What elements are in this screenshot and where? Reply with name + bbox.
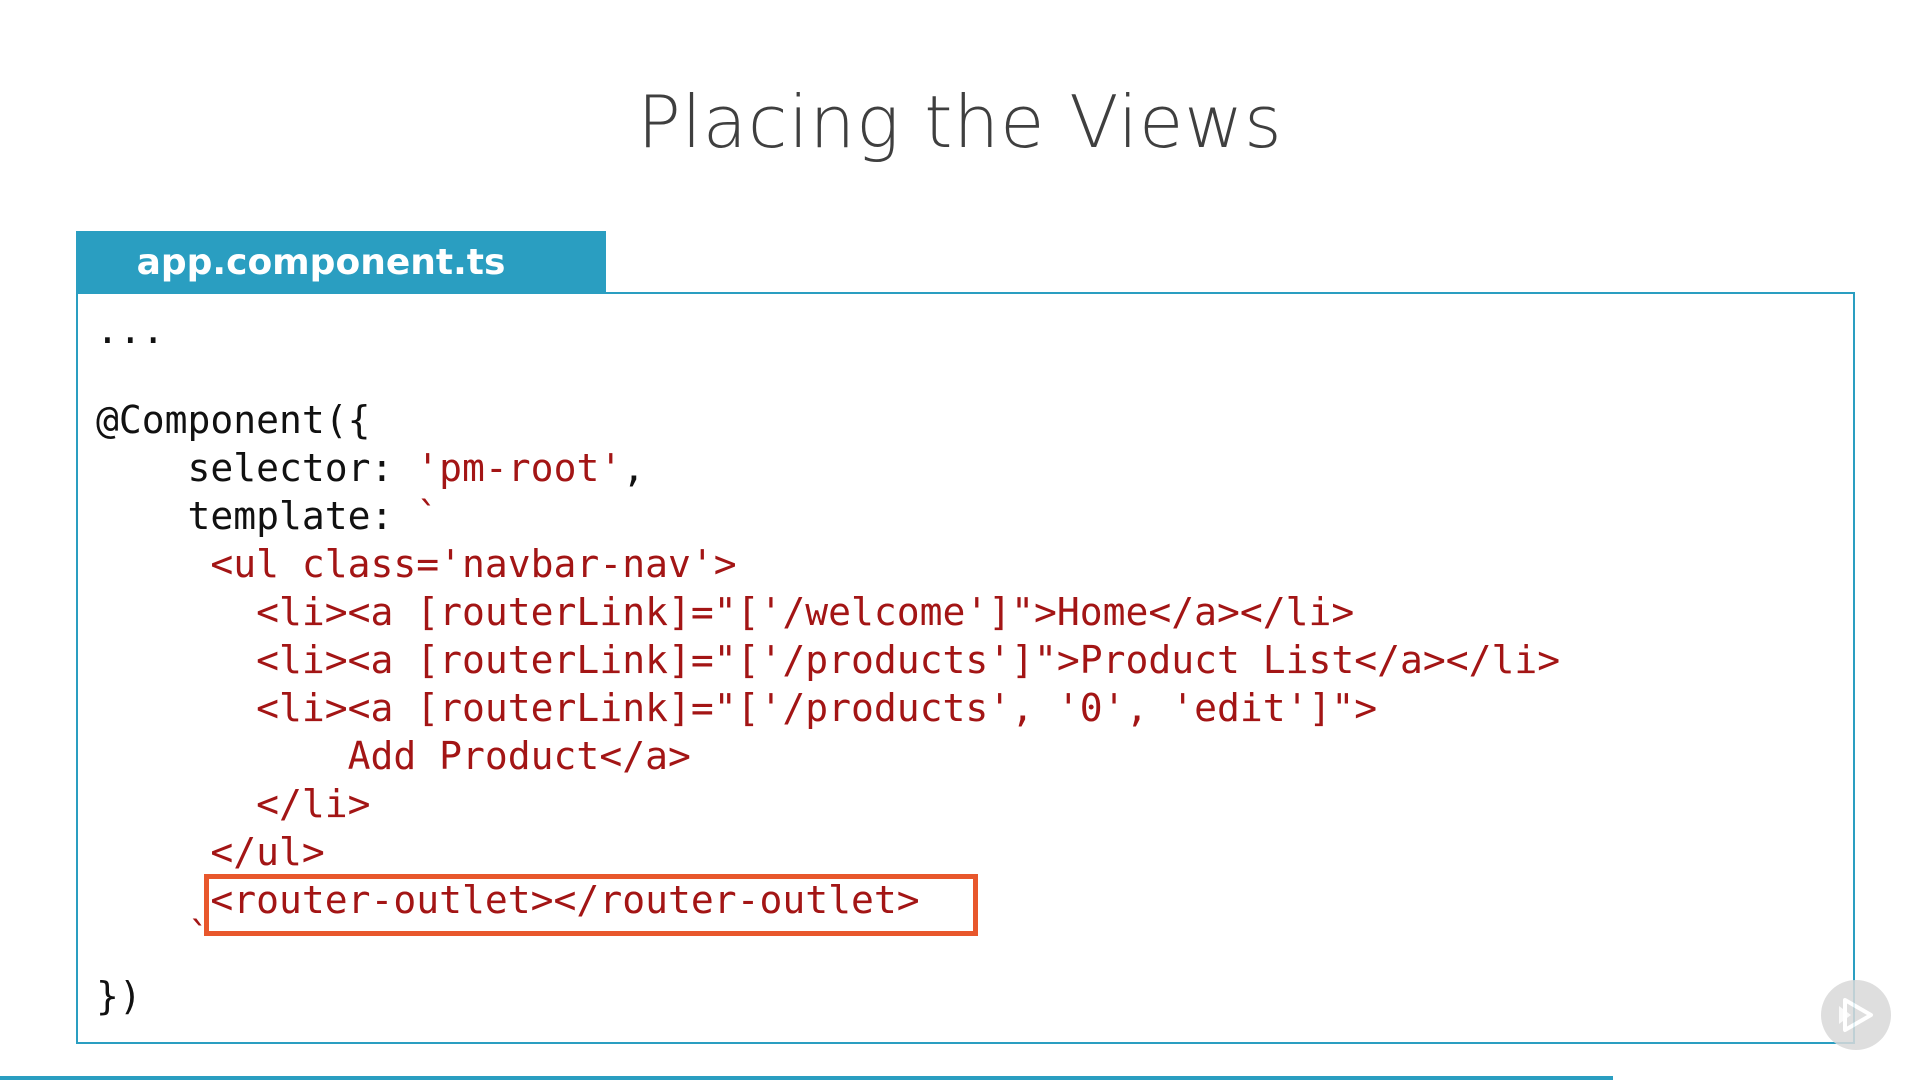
code-line-li-products: <li><a [routerLink]="['/products']">Prod… [96,638,1561,682]
code-line-component-close: }) [96,974,142,1018]
code-line-decorator: @Component({ [96,398,371,442]
code-line-li-home: <li><a [routerLink]="['/welcome']">Home<… [96,590,1355,634]
play-forward-icon[interactable] [1821,980,1891,1050]
slide-title: Placing the Views [637,80,1283,164]
code-line-ul-open: <ul class='navbar-nav'> [96,542,737,586]
code-line-li-edit: <li><a [routerLink]="['/products', '0', … [96,686,1378,730]
selector-comma: , [622,446,646,490]
file-tab: app.component.ts [76,231,606,293]
router-outlet-highlight [204,874,978,936]
file-tab-label: app.component.ts [136,241,506,283]
code-line-ellipsis: ... [96,308,165,352]
code-line-template: template: ` [96,492,440,540]
video-progress-bar[interactable] [0,1076,1613,1080]
selector-key: selector: [96,446,417,490]
code-line-selector: selector: 'pm-root', [96,444,646,492]
code-line-template-close: ` [96,914,211,958]
code-line-li-close: </li> [96,782,371,826]
code-line-ul-close: </ul> [96,830,325,874]
template-backtick: ` [416,494,440,538]
selector-value: 'pm-root' [416,446,623,490]
template-key: template: [96,494,417,538]
code-line-add-product: Add Product</a> [96,734,691,778]
